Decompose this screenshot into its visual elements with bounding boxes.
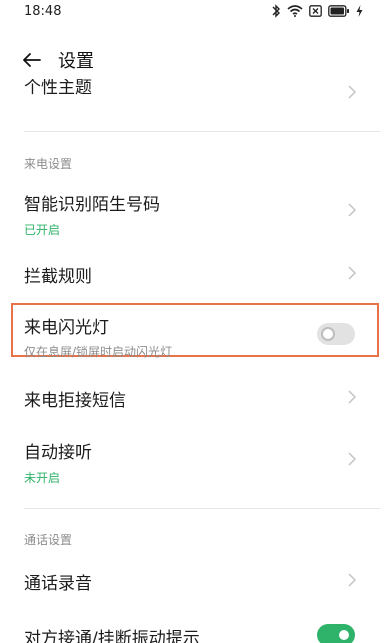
header: 设置 <box>0 42 385 78</box>
list-item-smart-identify[interactable]: 智能识别陌生号码 已开启 <box>0 190 385 238</box>
row-title: 对方接通/挂断振动提示 <box>24 629 200 643</box>
battery-icon <box>328 5 349 17</box>
row-title: 来电闪光灯 <box>24 318 109 338</box>
status-icons <box>271 4 363 18</box>
status-text: 未开启 <box>24 471 61 485</box>
chevron-right-icon <box>348 452 357 466</box>
status-time: 18:48 <box>24 3 62 19</box>
list-item-auto-answer[interactable]: 自动接听 未开启 <box>0 438 385 486</box>
bluetooth-icon <box>272 4 280 18</box>
list-item-call-recording[interactable]: 通话录音 <box>0 569 385 594</box>
section-label-call: 通话设置 <box>24 533 73 547</box>
chevron-right-icon <box>348 85 357 99</box>
status-bar: 18:48 <box>0 0 385 22</box>
page-title: 设置 <box>58 51 94 72</box>
chevron-right-icon <box>348 573 357 587</box>
toggle-knob <box>337 628 351 642</box>
section-label-incoming: 来电设置 <box>24 157 73 171</box>
status-text: 已开启 <box>24 223 61 237</box>
list-item-intercept-rules[interactable]: 拦截规则 <box>0 262 385 287</box>
vibration-prompt-toggle[interactable] <box>317 624 355 643</box>
flash-light-toggle[interactable] <box>317 323 355 345</box>
row-title: 拦截规则 <box>24 267 92 287</box>
divider <box>24 508 380 509</box>
row-title: 自动接听 <box>24 443 92 463</box>
sim-off-icon <box>309 5 322 17</box>
row-title: 通话录音 <box>24 574 92 594</box>
back-arrow-icon[interactable] <box>20 48 44 72</box>
toggle-knob <box>321 327 335 341</box>
wifi-icon <box>287 5 303 17</box>
row-title: 个性主题 <box>24 79 92 98</box>
chevron-right-icon <box>348 266 357 280</box>
list-item-sms-reject[interactable]: 来电拒接短信 <box>0 386 385 411</box>
divider <box>24 131 380 132</box>
row-title: 来电拒接短信 <box>24 391 126 411</box>
charging-icon <box>356 5 363 17</box>
row-subtitle: 仅在息屏/锁屏时启动闪光灯 <box>24 345 173 359</box>
chevron-right-icon <box>348 390 357 404</box>
list-item-personal-theme[interactable]: 个性主题 <box>0 79 385 103</box>
row-title: 智能识别陌生号码 <box>24 195 160 215</box>
chevron-right-icon <box>348 203 357 217</box>
